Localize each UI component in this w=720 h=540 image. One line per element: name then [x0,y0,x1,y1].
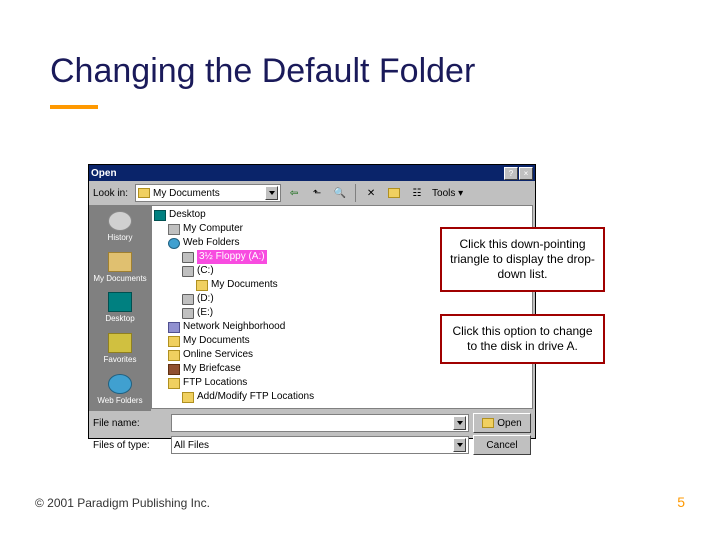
help-button[interactable]: ? [504,167,518,180]
open-icon [482,418,494,428]
chevron-down-icon [457,421,463,425]
favorites-icon [108,333,132,353]
dialog-title: Open [91,168,117,179]
add-ftp-icon [182,392,194,403]
place-mydocuments[interactable]: My Documents [93,250,147,285]
tree-briefcase[interactable]: My Briefcase [154,362,314,376]
filetype-dropdown-button[interactable] [453,438,466,452]
views-button[interactable]: ☷ [407,183,427,203]
tree-mydocuments-c[interactable]: My Documents [154,278,314,292]
toolbar: Look in: My Documents ⇦ ⬑ 🔍 ✕ ☷ Tools ▾ [89,181,535,205]
title-accent [50,105,98,109]
mydocuments-icon [108,252,132,272]
tools-menu[interactable]: Tools ▾ [430,188,465,199]
back-button[interactable]: ⇦ [284,183,304,203]
copyright: © 2001 Paradigm Publishing Inc. [35,496,210,510]
views-icon: ☷ [413,188,422,199]
folder-icon [168,336,180,347]
tree-online-services[interactable]: Online Services [154,348,314,362]
search-icon: 🔍 [334,188,346,199]
folder-icon [196,280,208,291]
new-folder-button[interactable] [384,183,404,203]
cancel-button[interactable]: Cancel [473,435,531,455]
floppy-icon [182,252,194,263]
folder-icon [168,350,180,361]
folder-icon [138,188,150,198]
tree-mycomputer[interactable]: My Computer [154,222,314,236]
open-dialog: Open ? × Look in: My Documents ⇦ ⬑ 🔍 ✕ ☷… [88,164,536,439]
drive-icon [182,294,194,305]
titlebar-buttons: ? × [504,167,533,180]
folder-tree: Desktop My Computer Web Folders 3½ Flopp… [154,208,314,404]
lookin-label: Look in: [93,188,128,199]
briefcase-icon [168,364,180,375]
places-bar: History My Documents Desktop Favorites W… [89,205,151,411]
tree-network[interactable]: Network Neighborhood [154,320,314,334]
place-favorites[interactable]: Favorites [93,331,147,366]
up-button[interactable]: ⬑ [307,183,327,203]
lookin-dropdown[interactable]: My Documents [135,184,281,202]
filename-label: File name: [93,418,163,429]
tree-desktop[interactable]: Desktop [154,208,314,222]
place-desktop[interactable]: Desktop [93,291,147,326]
filename-field[interactable] [171,414,469,432]
ftp-icon [168,378,180,389]
network-icon [168,322,180,333]
place-webfolders[interactable]: Web Folders [93,372,147,407]
filetype-field[interactable]: All Files [171,436,469,454]
tree-webfolders[interactable]: Web Folders [154,236,314,250]
tree-add-ftp[interactable]: Add/Modify FTP Locations [154,390,314,404]
page-number: 5 [677,494,685,510]
webfolder-icon [168,238,180,249]
webfolders-icon [108,374,132,394]
place-history[interactable]: History [93,209,147,244]
delete-button[interactable]: ✕ [361,183,381,203]
close-button[interactable]: × [519,167,533,180]
filename-row: File name: Open [89,411,535,435]
tree-ftp[interactable]: FTP Locations [154,376,314,390]
tree-floppy-a[interactable]: 3½ Floppy (A:) [154,250,314,264]
filetype-label: Files of type: [93,440,163,451]
computer-icon [168,224,180,235]
filetype-value: All Files [174,440,209,451]
history-icon [108,211,132,231]
slide-title: Changing the Default Folder [50,52,475,91]
back-arrow-icon: ⇦ [290,188,298,199]
desktop-icon [154,210,166,221]
callout-dropdown-triangle: Click this down-pointing triangle to dis… [440,227,605,292]
desktop-icon [108,292,132,312]
chevron-down-icon [457,443,463,447]
tree-drive-d[interactable]: (D:) [154,292,314,306]
up-folder-icon: ⬑ [313,188,321,199]
lookin-dropdown-button[interactable] [265,186,278,200]
drive-icon [182,308,194,319]
delete-icon: ✕ [367,188,375,199]
chevron-down-icon [269,191,275,195]
lookin-value: My Documents [153,188,220,199]
dialog-titlebar: Open ? × [89,165,535,181]
drive-icon [182,266,194,277]
tree-drive-c[interactable]: (C:) [154,264,314,278]
toolbar-separator [355,184,356,202]
filename-dropdown-button[interactable] [453,416,466,430]
new-folder-icon [388,188,400,198]
filetype-row: Files of type: All Files Cancel [89,433,535,457]
tree-mydocuments-2[interactable]: My Documents [154,334,314,348]
slide: Changing the Default Folder Open ? × Loo… [0,0,720,540]
tree-drive-e[interactable]: (E:) [154,306,314,320]
search-web-button[interactable]: 🔍 [330,183,350,203]
open-button[interactable]: Open [473,413,531,433]
callout-drive-a: Click this option to change to the disk … [440,314,605,364]
